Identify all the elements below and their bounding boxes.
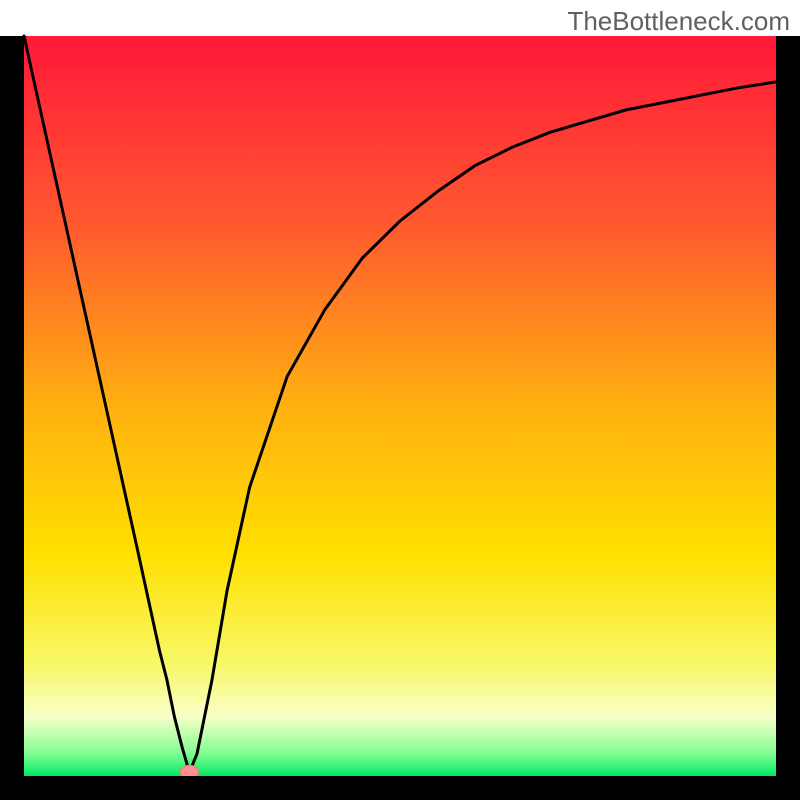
watermark-text: TheBottleneck.com — [567, 6, 790, 37]
plot-background — [24, 36, 776, 776]
bottleneck-chart: TheBottleneck.com — [0, 0, 800, 800]
chart-svg — [0, 0, 800, 800]
